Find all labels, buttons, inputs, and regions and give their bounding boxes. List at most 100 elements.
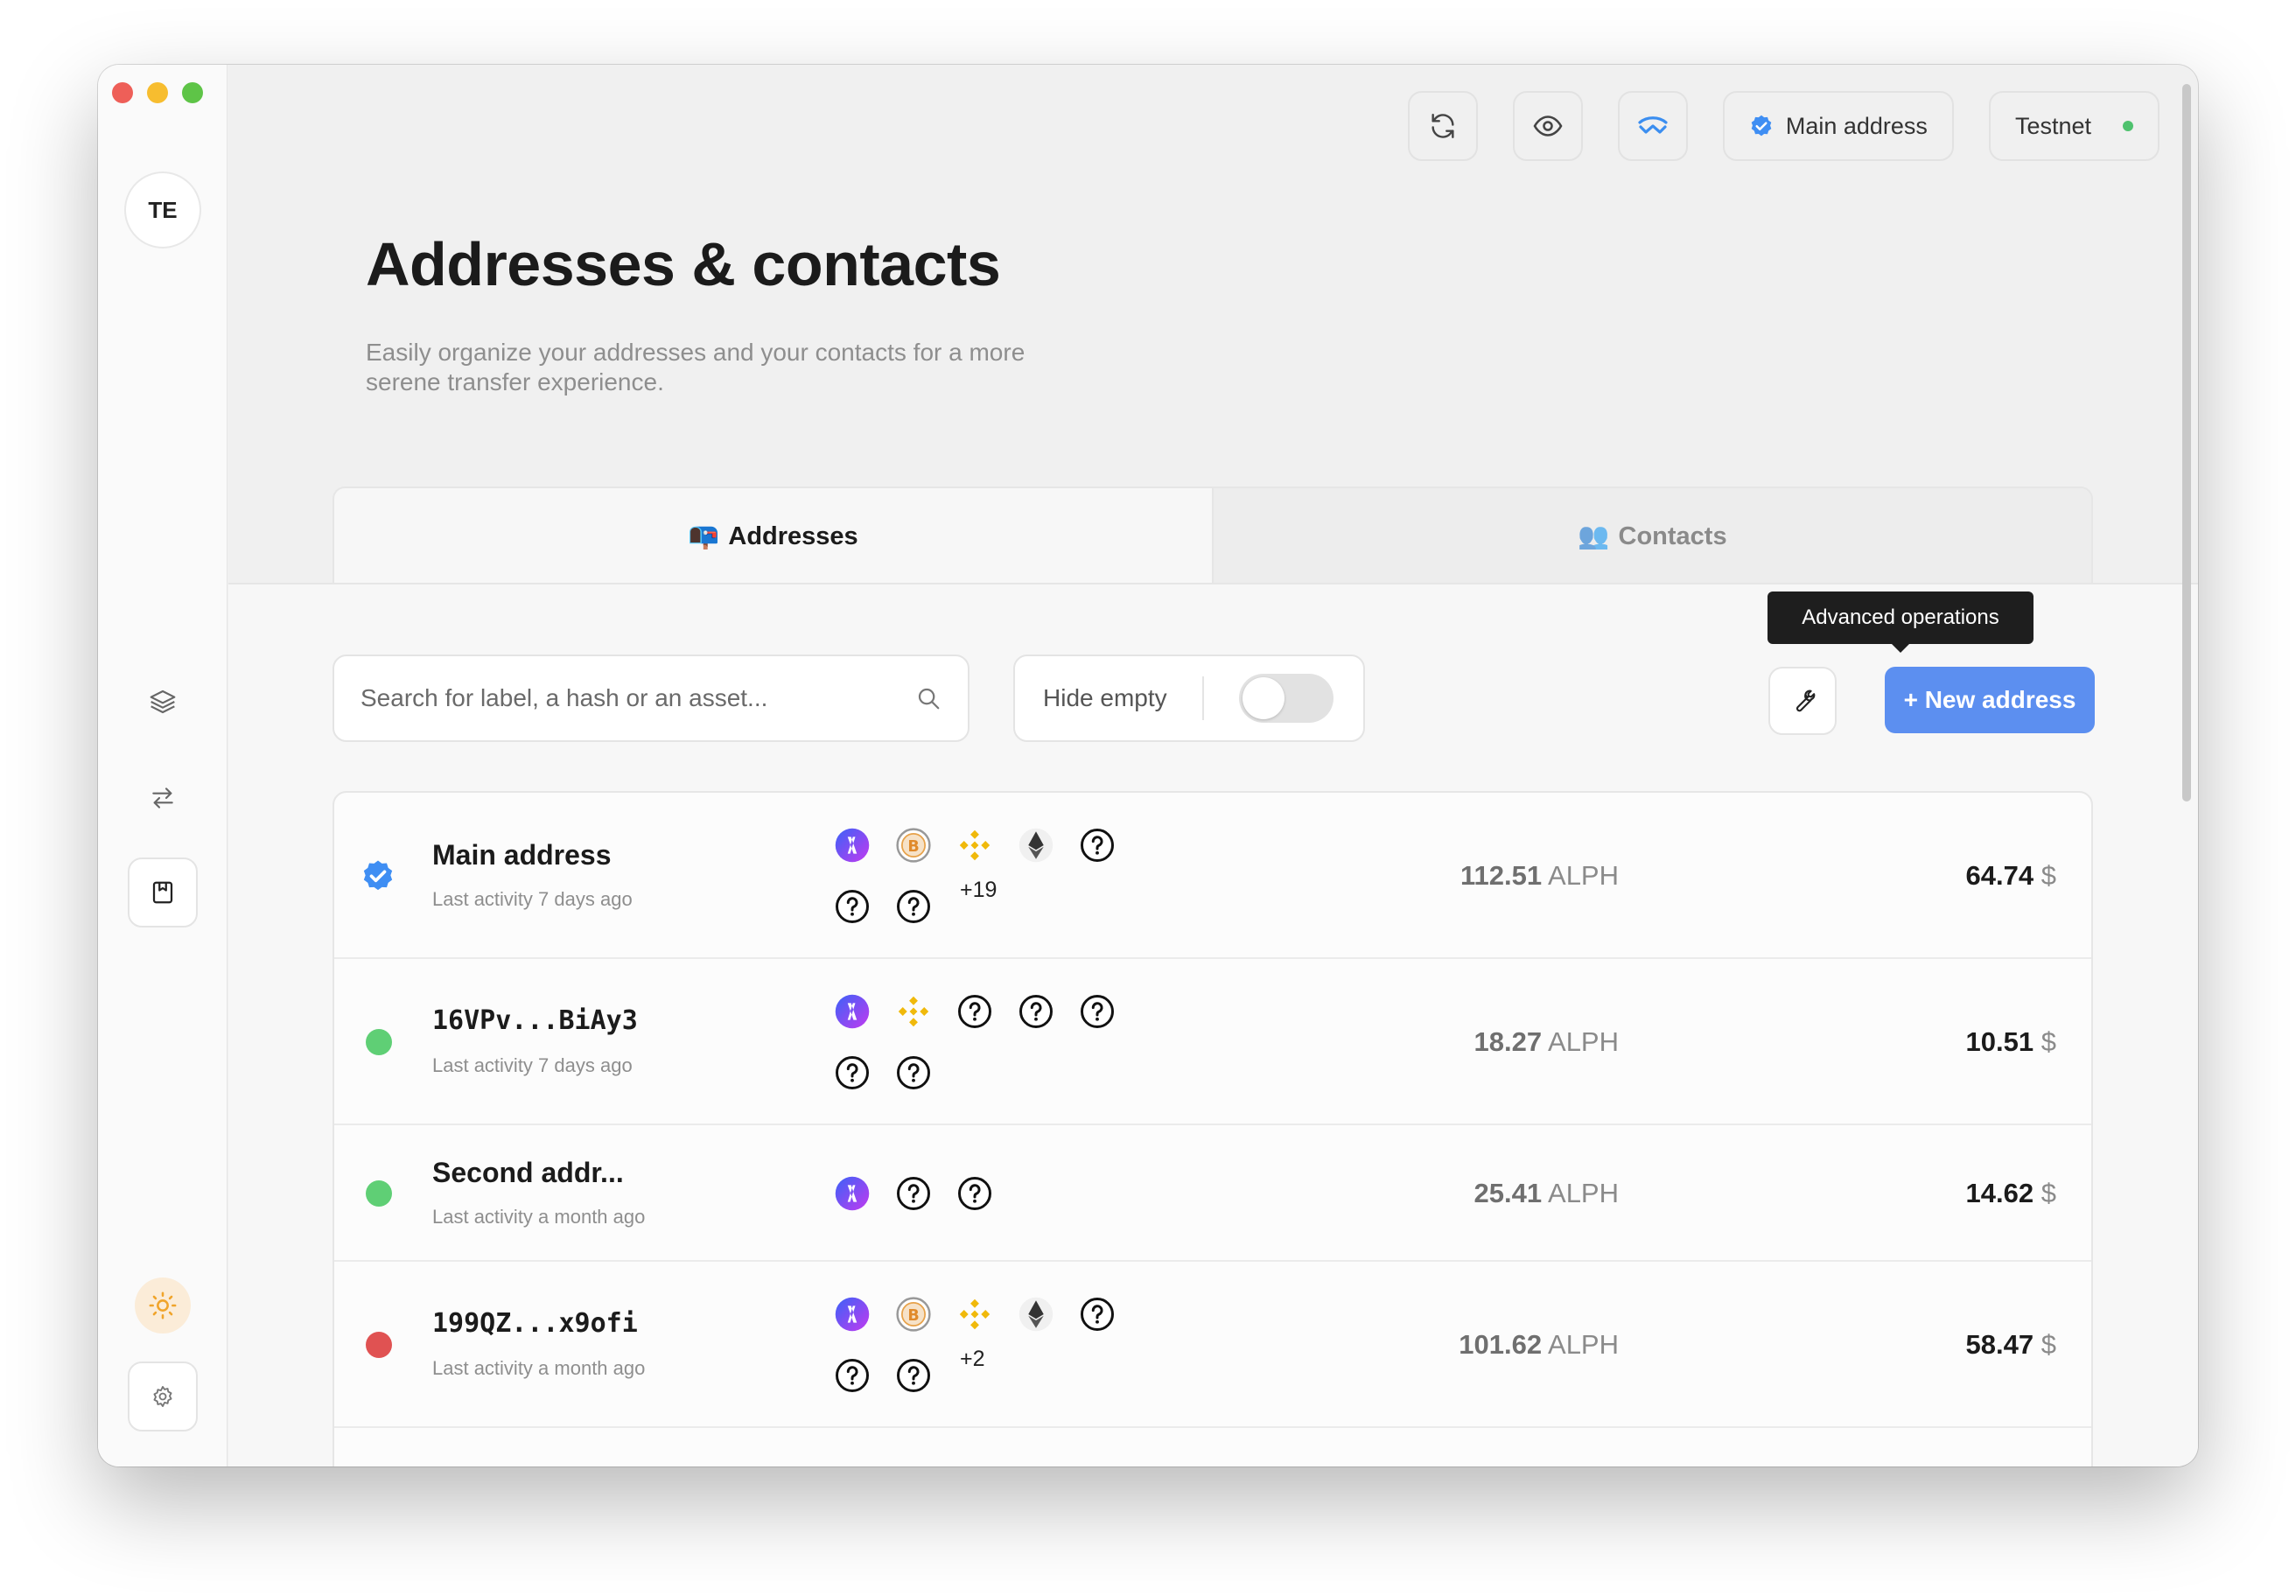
transfers-nav-button[interactable] [128,763,198,833]
divider [1201,676,1204,720]
default-address-label: Main address [1785,112,1928,139]
fiat-balance: 64.74 $ [1966,860,2056,892]
unknown-asset-icon[interactable] [1079,993,1116,1030]
fiat-balance: 58.47 $ [1966,1329,2056,1361]
refresh-icon [1432,114,1454,138]
bitcoin-icon[interactable]: B [895,827,932,864]
alph-icon[interactable] [834,1175,871,1212]
search-icon [918,688,940,710]
address-label: 16VPv...BiAy3 [432,1005,638,1036]
address-row[interactable]: 16VPv...BiAy3 Last activity 7 days ago 18.… [334,959,2091,1125]
layers-icon [150,690,176,714]
alph-icon[interactable] [834,827,871,864]
scrollbar[interactable] [2182,84,2191,802]
tab-contacts-label: Contacts [1618,522,1727,550]
discreet-mode-button[interactable] [1512,91,1583,161]
top-bar: Main address Testnet [1407,91,2160,161]
transfer-arrows-icon [152,788,173,808]
ethereum-icon[interactable] [1018,827,1054,864]
status-dot [366,1029,392,1055]
alph-amount: 101.62 [1459,1329,1543,1360]
window-minimize-button[interactable] [147,82,168,103]
alph-icon[interactable] [834,993,871,1030]
unknown-asset-icon[interactable] [956,1175,993,1212]
bnb-icon[interactable] [956,827,993,864]
sidebar: TE [98,65,228,1466]
settings-button[interactable] [128,1362,198,1432]
wrench-icon [1796,690,1816,712]
more-assets-count[interactable]: +19 [960,878,997,903]
toggle-knob [1242,677,1284,719]
tab-addresses-label: Addresses [728,522,858,550]
window-close-button[interactable] [112,82,133,103]
unknown-asset-icon[interactable] [834,888,871,925]
usd-unit: $ [2040,1026,2056,1057]
unknown-asset-icon[interactable] [834,1357,871,1394]
alph-unit: ALPH [1548,1329,1619,1360]
alph-balance: 18.27 ALPH [1474,1026,1619,1058]
addresses-panel: Search for label, a hash or an asset... … [228,583,2198,1466]
advanced-operations-tooltip: Advanced operations [1768,592,2034,653]
unknown-asset-icon[interactable] [895,1175,932,1212]
unknown-asset-icon[interactable] [956,993,993,1030]
unknown-asset-icon[interactable] [895,1357,932,1394]
address-label: 199QZ...x9ofi [432,1308,638,1339]
window-maximize-button[interactable] [182,82,203,103]
tab-addresses[interactable]: 📭 Addresses [332,486,1214,584]
last-activity: Last activity a month ago [432,1206,646,1228]
unknown-asset-icon[interactable] [895,1054,932,1091]
tab-contacts[interactable]: 👥 Contacts [1214,486,2093,584]
unknown-asset-icon[interactable] [895,888,932,925]
address-label: Main address [432,839,612,871]
usd-amount: 14.62 [1965,1178,2034,1208]
unknown-asset-icon[interactable] [1079,827,1116,864]
bnb-icon[interactable] [956,1296,993,1333]
tabs: 📭 Addresses 👥 Contacts [332,486,2093,584]
default-address-button[interactable]: Main address [1722,91,1954,161]
overview-nav-button[interactable] [128,667,198,737]
addresses-nav-button[interactable] [128,858,198,928]
network-label: Testnet [2014,112,2091,139]
last-activity: Last activity a month ago [432,1357,646,1379]
last-activity: Last activity 7 days ago [432,1054,633,1076]
hide-empty-toggle[interactable] [1238,674,1334,723]
address-row[interactable]: Second addr... Last activity a month ago 2… [334,1125,2091,1262]
status-dot [366,1180,392,1207]
new-address-button[interactable]: + New address [1885,667,2095,733]
fiat-balance: 14.62 $ [1966,1178,2056,1209]
alph-unit: ALPH [1548,1178,1619,1208]
hide-empty-label: Hide empty [1043,684,1167,711]
alph-unit: ALPH [1548,1026,1619,1057]
mailbox-icon: 📭 [688,522,720,550]
usd-amount: 58.47 [1965,1329,2034,1360]
ethereum-icon[interactable] [1018,1296,1054,1333]
theme-toggle-button[interactable] [135,1278,191,1334]
addresses-table: Main address Last activity 7 days ago B +19… [332,791,2093,1466]
address-row[interactable]: 199QZ...x9ofi Last activity a month ago B +… [334,1262,2091,1428]
search-input[interactable]: Search for label, a hash or an asset... [332,654,970,742]
alph-balance: 25.41 ALPH [1474,1178,1619,1209]
verified-badge-icon [1751,115,1772,136]
unknown-asset-icon[interactable] [1079,1296,1116,1333]
bnb-icon[interactable] [895,993,932,1030]
main-area: Main address Testnet Addresses & contact… [228,65,2198,1466]
page-subtitle: Easily organize your addresses and your … [366,339,1026,396]
gear-icon [153,1385,172,1408]
address-label: Second addr... [432,1157,624,1188]
page-title: Addresses & contacts [366,230,1001,298]
advanced-operations-button[interactable] [1768,667,1837,735]
bitcoin-icon[interactable]: B [895,1296,932,1333]
walletconnect-icon [1638,116,1668,134]
last-activity: Last activity 7 days ago [432,888,633,910]
refresh-button[interactable] [1407,91,1478,161]
network-selector[interactable]: Testnet [1988,91,2160,161]
unknown-asset-icon[interactable] [1018,993,1054,1030]
address-row[interactable]: Main address Last activity 7 days ago B +19… [334,793,2091,959]
unknown-asset-icon[interactable] [834,1054,871,1091]
more-assets-count[interactable]: +2 [960,1347,985,1372]
wallet-avatar[interactable]: TE [124,172,201,248]
alph-icon[interactable] [834,1296,871,1333]
usd-unit: $ [2040,1329,2056,1360]
usd-amount: 64.74 [1965,860,2034,891]
walletconnect-button[interactable] [1617,91,1688,161]
